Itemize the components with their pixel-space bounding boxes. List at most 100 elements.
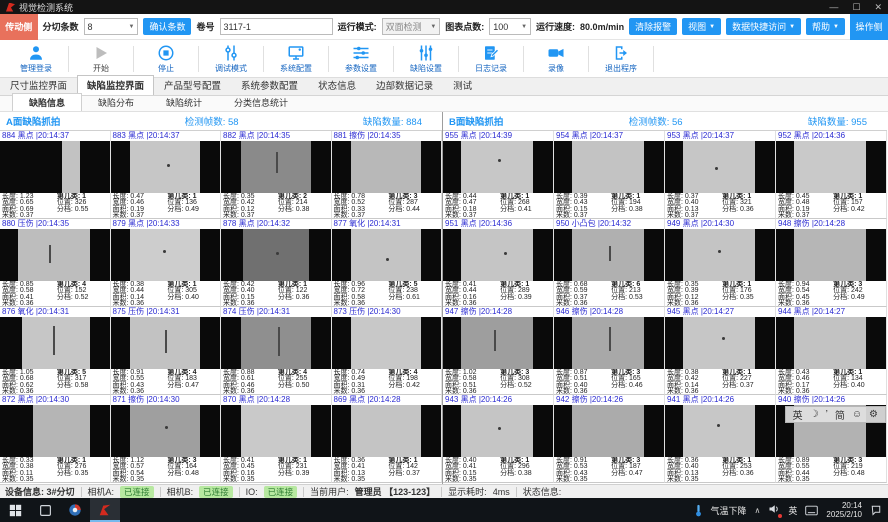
defect-thumbnail-image[interactable] xyxy=(443,317,553,369)
gear-icon[interactable]: ⚙ xyxy=(869,409,878,420)
defect-cell[interactable]: 880 压伤 |20:14:35 长度: 0.85 宽度: 0.58 面积: 0… xyxy=(0,219,111,307)
clear-alarm-button[interactable]: 清除报警 xyxy=(629,18,677,35)
volume-icon[interactable] xyxy=(768,503,780,517)
defect-thumbnail-image[interactable] xyxy=(221,229,331,281)
defect-cell[interactable]: 946 擦伤 |20:14:28 长度: 0.87 宽度: 0.51 面积: 0… xyxy=(554,307,665,395)
defect-thumbnail-image[interactable] xyxy=(221,405,331,457)
defect-thumbnail-image[interactable] xyxy=(554,317,664,369)
defect-cell[interactable]: 950 小凸包 |20:14:32 长度: 0.68 宽度: 0.59 面积: … xyxy=(554,219,665,307)
exit-program-button[interactable]: 退出程序 xyxy=(589,41,653,77)
tab-edge-data[interactable]: 边部数据记录 xyxy=(366,75,443,95)
defect-cell[interactable]: 875 压伤 |20:14:31 长度: 0.91 宽度: 0.55 面积: 0… xyxy=(111,307,222,395)
defect-thumbnail-image[interactable] xyxy=(554,141,664,193)
task-view-button[interactable] xyxy=(30,498,60,522)
chart-points-select[interactable]: 100▼ xyxy=(489,18,531,35)
debug-mode-button[interactable]: 调试模式 xyxy=(199,41,263,77)
defect-cell[interactable]: 951 黑点 |20:14:36 长度: 0.41 宽度: 0.44 面积: 0… xyxy=(443,219,554,307)
defect-thumbnail-image[interactable] xyxy=(332,141,442,193)
tab-system-params[interactable]: 系统参数配置 xyxy=(231,75,308,95)
taskbar-app-browser[interactable] xyxy=(60,498,90,522)
minimize-button[interactable]: — xyxy=(829,2,838,13)
defect-cell[interactable]: 944 黑点 |20:14:27 长度: 0.43 宽度: 0.46 面积: 0… xyxy=(776,307,887,395)
defect-thumbnail-image[interactable] xyxy=(665,229,775,281)
defect-cell[interactable]: 954 黑点 |20:14:37 长度: 0.39 宽度: 0.43 面积: 0… xyxy=(554,131,665,219)
subtab-class-stats[interactable]: 分类信息统计 xyxy=(218,94,304,111)
defect-thumbnail-image[interactable] xyxy=(0,141,110,193)
defect-thumbnail-image[interactable] xyxy=(776,317,886,369)
defect-cell[interactable]: 953 黑点 |20:14:37 长度: 0.37 宽度: 0.40 面积: 0… xyxy=(665,131,776,219)
tab-status-info[interactable]: 状态信息 xyxy=(308,75,366,95)
taskbar-app-inspection[interactable] xyxy=(90,498,120,522)
maximize-button[interactable]: ☐ xyxy=(852,2,860,13)
defect-thumbnail-image[interactable] xyxy=(776,229,886,281)
log-record-button[interactable]: 日志记录 xyxy=(459,41,523,77)
defect-thumbnail-image[interactable] xyxy=(443,229,553,281)
defect-cell[interactable]: 872 黑点 |20:14:30 长度: 0.33 宽度: 0.38 面积: 0… xyxy=(0,395,111,483)
start-button[interactable] xyxy=(0,498,30,522)
touch-keyboard-icon[interactable] xyxy=(805,505,818,516)
defect-cell[interactable]: 882 黑点 |20:14:35 长度: 0.35 宽度: 0.42 面积: 0… xyxy=(221,131,332,219)
defect-thumbnail-image[interactable] xyxy=(0,405,110,457)
defect-settings-button[interactable]: 缺陷设置 xyxy=(394,41,458,77)
operator-side-button[interactable]: 操作侧 xyxy=(850,14,888,40)
help-menu-button[interactable]: 帮助▼ xyxy=(806,18,845,35)
defect-cell[interactable]: 879 黑点 |20:14:33 长度: 0.38 宽度: 0.44 面积: 0… xyxy=(111,219,222,307)
defect-cell[interactable]: 878 黑点 |20:14:32 长度: 0.42 宽度: 0.40 面积: 0… xyxy=(221,219,332,307)
parameter-settings-button[interactable]: 参数设置 xyxy=(329,41,393,77)
defect-thumbnail-image[interactable] xyxy=(443,405,553,457)
view-menu-button[interactable]: 视图▼ xyxy=(682,18,721,35)
defect-thumbnail-image[interactable] xyxy=(665,141,775,193)
defect-cell[interactable]: 955 黑点 |20:14:39 长度: 0.44 宽度: 0.47 面积: 0… xyxy=(443,131,554,219)
defect-thumbnail-image[interactable] xyxy=(665,405,775,457)
notification-center-icon[interactable] xyxy=(870,504,882,516)
defect-thumbnail-image[interactable] xyxy=(111,317,221,369)
defect-thumbnail-image[interactable] xyxy=(665,317,775,369)
admin-login-button[interactable]: 管理登录 xyxy=(4,41,68,77)
subtab-defect-distribution[interactable]: 缺陷分布 xyxy=(82,94,150,111)
stop-button[interactable]: 停止 xyxy=(134,41,198,77)
defect-cell[interactable]: 869 黑点 |20:14:28 长度: 0.36 宽度: 0.41 面积: 0… xyxy=(332,395,443,483)
defect-thumbnail-image[interactable] xyxy=(111,229,221,281)
defect-cell[interactable]: 947 擦伤 |20:14:28 长度: 1.02 宽度: 0.58 面积: 0… xyxy=(443,307,554,395)
defect-cell[interactable]: 884 黑点 |20:14:37 长度: 1.23 宽度: 0.65 面积: 0… xyxy=(0,131,111,219)
record-video-button[interactable]: 录像 xyxy=(524,41,588,77)
taskbar-clock[interactable]: 20:14 2025/2/10 xyxy=(826,501,862,519)
defect-thumbnail-image[interactable] xyxy=(776,141,886,193)
confirm-count-button[interactable]: 确认条数 xyxy=(143,18,191,35)
drive-side-button[interactable]: 传动侧 xyxy=(0,14,38,40)
subtab-defect-info[interactable]: 缺陷信息 xyxy=(12,93,82,111)
ime-language-bar[interactable]: 英 ☽ ’ 简 ☺ ⚙ xyxy=(785,406,886,423)
defect-cell[interactable]: 941 黑点 |20:14:26 长度: 0.36 宽度: 0.40 面积: 0… xyxy=(665,395,776,483)
tab-defect-monitor[interactable]: 缺陷监控界面 xyxy=(77,75,154,95)
defect-thumbnail-image[interactable] xyxy=(221,317,331,369)
defect-thumbnail-image[interactable] xyxy=(0,317,110,369)
ime-indicator[interactable]: 英 xyxy=(788,504,797,517)
defect-cell[interactable]: 945 黑点 |20:14:27 长度: 0.38 宽度: 0.42 面积: 0… xyxy=(665,307,776,395)
weather-text[interactable]: 气温下降 xyxy=(711,504,747,517)
slit-count-select[interactable]: 8▼ xyxy=(84,18,139,35)
defect-thumbnail-image[interactable] xyxy=(554,405,664,457)
ime-simplified-toggle[interactable]: 简 xyxy=(835,407,845,422)
defect-thumbnail-image[interactable] xyxy=(332,317,442,369)
defect-cell[interactable]: 876 氧化 |20:14:31 长度: 1.05 宽度: 0.68 面积: 0… xyxy=(0,307,111,395)
defect-cell[interactable]: 881 擦伤 |20:14:35 长度: 0.78 宽度: 0.52 面积: 0… xyxy=(332,131,443,219)
data-quick-access-button[interactable]: 数据快捷访问▼ xyxy=(726,18,801,35)
emoji-icon[interactable]: ☺ xyxy=(852,409,862,420)
apostrophe-icon[interactable]: ’ xyxy=(826,409,828,420)
run-mode-select[interactable]: 双面检测▼ xyxy=(382,18,441,35)
defect-cell[interactable]: 942 擦伤 |20:14:26 长度: 0.91 宽度: 0.53 面积: 0… xyxy=(554,395,665,483)
defect-cell[interactable]: 873 压伤 |20:14:30 长度: 0.74 宽度: 0.49 面积: 0… xyxy=(332,307,443,395)
tab-test[interactable]: 测试 xyxy=(443,75,482,95)
defect-thumbnail-image[interactable] xyxy=(111,405,221,457)
defect-cell[interactable]: 943 黑点 |20:14:26 长度: 0.40 宽度: 0.41 面积: 0… xyxy=(443,395,554,483)
defect-cell[interactable]: 877 氧化 |20:14:31 长度: 0.96 宽度: 0.72 面积: 0… xyxy=(332,219,443,307)
defect-thumbnail-image[interactable] xyxy=(332,405,442,457)
defect-thumbnail-image[interactable] xyxy=(332,229,442,281)
defect-cell[interactable]: 949 黑点 |20:14:30 长度: 0.35 宽度: 0.39 面积: 0… xyxy=(665,219,776,307)
tab-product-config[interactable]: 产品型号配置 xyxy=(154,75,231,95)
defect-thumbnail-image[interactable] xyxy=(0,229,110,281)
defect-cell[interactable]: 870 黑点 |20:14:28 长度: 0.41 宽度: 0.45 面积: 0… xyxy=(221,395,332,483)
close-button[interactable]: ✕ xyxy=(874,2,882,13)
defect-cell[interactable]: 883 黑点 |20:14:37 长度: 0.47 宽度: 0.46 面积: 0… xyxy=(111,131,222,219)
tab-size-monitor[interactable]: 尺寸监控界面 xyxy=(0,75,77,95)
